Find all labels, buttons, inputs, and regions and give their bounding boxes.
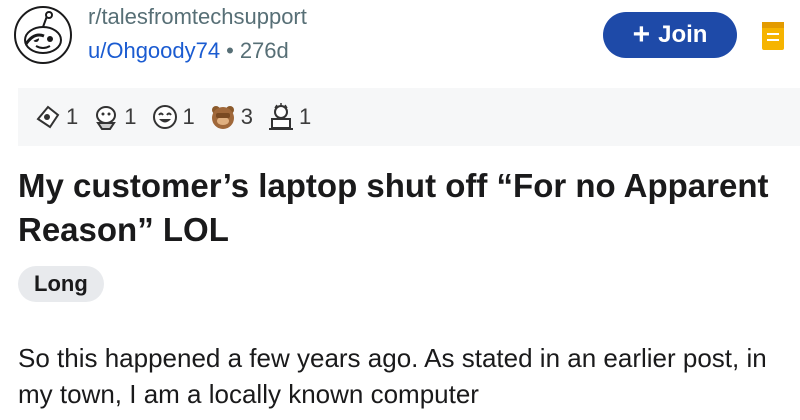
wholesome-seal-award-icon	[96, 106, 117, 130]
post-flair[interactable]: Long	[18, 266, 104, 302]
frustrated-laptop-award-icon	[269, 103, 293, 130]
post-title[interactable]: My customer’s laptop shut off “For no Ap…	[18, 164, 778, 252]
award-count: 1	[124, 104, 137, 129]
subreddit-name[interactable]: r/talesfromtechsupport	[88, 4, 307, 30]
award-frustrated-laptop[interactable]: 1	[267, 103, 311, 131]
award-count: 1	[66, 104, 79, 129]
meta-separator: •	[226, 38, 234, 63]
laughing-face-award-icon	[152, 105, 177, 129]
post-header: r/talesfromtechsupport u/Ohgoody74 • 276d …	[0, 0, 800, 80]
join-button[interactable]: + Join	[603, 12, 737, 58]
reddit-snoo-facepalm-icon[interactable]	[14, 6, 72, 64]
helpful-award-icon	[36, 105, 60, 129]
award-laughing[interactable]: 1	[151, 103, 195, 131]
post-body: So this happened a few years ago. As sta…	[18, 343, 767, 409]
plus-icon: +	[632, 18, 651, 51]
award-wholesome-seal[interactable]: 1	[92, 103, 137, 131]
award-count: 1	[182, 104, 195, 129]
join-label: Join	[658, 21, 708, 48]
author-username[interactable]: u/Ohgoody74	[88, 38, 220, 63]
post-meta: u/Ohgoody74 • 276d	[88, 38, 289, 64]
bear-facepalm-award-icon	[211, 106, 234, 129]
bookmark-icon[interactable]	[761, 20, 785, 52]
awards-bar[interactable]: 1 1 1 3 1	[18, 88, 800, 146]
award-helpful[interactable]: 1	[34, 103, 78, 131]
award-count: 3	[240, 104, 253, 129]
award-count: 1	[299, 104, 312, 129]
post-age: 276d	[239, 38, 289, 63]
award-bear-facepalm[interactable]: 3	[209, 103, 253, 131]
